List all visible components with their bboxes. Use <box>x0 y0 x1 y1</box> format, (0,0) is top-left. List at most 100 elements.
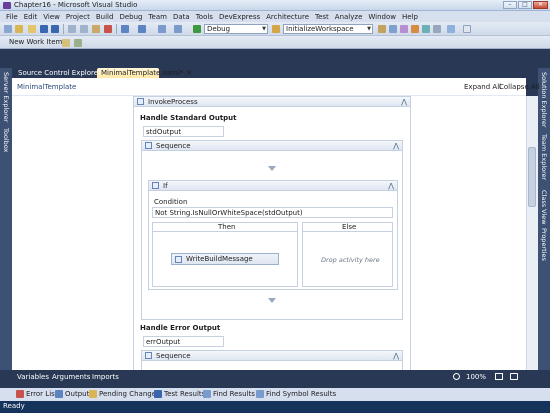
right-tool-rail: Solution Explorer Team Explorer Class Vi… <box>538 68 550 370</box>
zoom-level[interactable]: 100% <box>466 373 486 381</box>
copy-icon[interactable] <box>80 25 88 33</box>
paste-icon[interactable] <box>92 25 100 33</box>
menu-architecture[interactable]: Architecture <box>263 13 312 21</box>
write-build-message-icon <box>175 256 182 263</box>
sequence-header[interactable]: Sequence ⋀ <box>142 141 402 151</box>
menu-project[interactable]: Project <box>63 13 93 21</box>
toolbox-tab[interactable]: Toolbox <box>2 128 10 152</box>
breadcrumb[interactable]: MinimalTemplate <box>17 83 76 91</box>
close-button[interactable]: ✕ <box>533 1 548 9</box>
test-results-tab[interactable]: Test Results <box>154 390 205 398</box>
start-page-icon[interactable] <box>422 25 430 33</box>
imports-tab[interactable]: Imports <box>92 373 119 381</box>
pending-changes-tab[interactable]: Pending Changes <box>89 390 160 398</box>
menu-debug[interactable]: Debug <box>116 13 145 21</box>
scrollbar-thumb[interactable] <box>528 147 536 207</box>
output-tab[interactable]: Output <box>55 390 89 398</box>
menu-help[interactable]: Help <box>399 13 421 21</box>
minimize-button[interactable]: – <box>503 1 517 9</box>
collapse-all-button[interactable]: Collapse All <box>499 83 540 91</box>
write-build-message-activity[interactable]: WriteBuildMessage <box>171 253 279 265</box>
handle-error-output-label: Handle Error Output <box>140 324 221 332</box>
undo-icon[interactable] <box>121 25 129 33</box>
refresh-work-items-icon[interactable] <box>74 39 82 47</box>
menu-team[interactable]: Team <box>145 13 170 21</box>
delete-icon[interactable] <box>104 25 112 33</box>
add-item-icon[interactable] <box>15 25 23 33</box>
find-combo[interactable]: InitializeWorkspace ▼ <box>283 24 373 34</box>
solution-configuration-select[interactable]: Debug ▼ <box>204 24 268 34</box>
properties-icon[interactable] <box>389 25 397 33</box>
command-window-icon[interactable] <box>447 25 455 33</box>
solution-explorer-tab[interactable]: Solution Explorer <box>540 72 548 128</box>
menu-edit[interactable]: Edit <box>21 13 41 21</box>
overview-map-icon[interactable] <box>510 373 518 380</box>
extension-manager-icon[interactable] <box>433 25 441 33</box>
chevron-down-icon: ▼ <box>367 26 371 32</box>
expand-all-button[interactable]: Expand All <box>464 83 501 91</box>
save-all-icon[interactable] <box>51 25 59 33</box>
visual-studio-icon <box>3 2 11 9</box>
toolbox-icon[interactable] <box>411 25 419 33</box>
maximize-button[interactable]: □ <box>518 1 532 9</box>
menu-view[interactable]: View <box>40 13 63 21</box>
collapse-icon[interactable]: ⋀ <box>393 141 399 151</box>
menu-file[interactable]: File <box>3 13 21 21</box>
window-title: Chapter16 - Microsoft Visual Studio <box>14 1 138 9</box>
navigate-back-icon[interactable] <box>158 25 166 33</box>
chevron-down-icon: ▼ <box>262 26 266 32</box>
new-project-icon[interactable] <box>4 25 12 33</box>
toolbar-options-icon[interactable] <box>463 25 471 33</box>
collapse-icon[interactable]: ⋀ <box>401 97 407 107</box>
sequence-activity-2[interactable]: Sequence ⋀ <box>141 350 403 370</box>
collapse-icon[interactable]: ⋀ <box>393 351 399 361</box>
invoke-process-header[interactable]: InvokeProcess ⋀ <box>134 97 410 107</box>
menu-analyze[interactable]: Analyze <box>332 13 366 21</box>
save-icon[interactable] <box>40 25 48 33</box>
left-tool-rail: Server Explorer Toolbox <box>0 68 12 370</box>
object-browser-icon[interactable] <box>400 25 408 33</box>
menu-devexpress[interactable]: DevExpress <box>216 13 263 21</box>
vertical-scrollbar[interactable] <box>526 96 538 370</box>
error-list-tab[interactable]: Error List <box>16 390 58 398</box>
test-results-label: Test Results <box>164 390 206 398</box>
else-label: Else <box>342 223 357 231</box>
server-explorer-tab[interactable]: Server Explorer <box>2 72 10 122</box>
menu-tools[interactable]: Tools <box>193 13 216 21</box>
open-file-icon[interactable] <box>28 25 36 33</box>
variables-tab[interactable]: Variables <box>17 373 49 381</box>
err-output-variable-field[interactable]: errOutput <box>143 336 224 347</box>
sequence-header-2[interactable]: Sequence ⋀ <box>142 351 402 361</box>
fit-to-screen-icon[interactable] <box>495 373 503 380</box>
cut-icon[interactable] <box>68 25 76 33</box>
menu-window[interactable]: Window <box>365 13 399 21</box>
collapse-icon[interactable]: ⋀ <box>388 181 394 191</box>
drop-target-arrow-icon[interactable] <box>268 166 276 171</box>
close-tab-icon[interactable]: ✕ <box>186 69 192 77</box>
find-in-files-icon[interactable] <box>272 25 280 33</box>
tab-minimal-template[interactable]: MinimalTemplate.xaml* ✕ <box>97 68 192 78</box>
menu-build[interactable]: Build <box>93 13 117 21</box>
class-view-tab[interactable]: Class View <box>540 190 548 225</box>
redo-icon[interactable] <box>138 25 146 33</box>
drop-target-arrow-icon[interactable] <box>268 298 276 303</box>
std-output-variable-field[interactable]: stdOutput <box>143 126 224 137</box>
if-header[interactable]: If ⋀ <box>149 181 397 191</box>
then-label: Then <box>218 223 236 231</box>
new-work-item-button[interactable]: New Work Item ▾ <box>9 38 68 46</box>
condition-expression-field[interactable]: Not String.IsNullOrWhiteSpace(stdOutput) <box>152 207 393 218</box>
if-title: If <box>163 182 168 190</box>
navigate-forward-icon[interactable] <box>174 25 182 33</box>
find-results-tab[interactable]: Find Results 1 <box>203 390 262 398</box>
work-item-query-icon[interactable] <box>62 39 70 47</box>
properties-tab[interactable]: Properties <box>540 228 548 261</box>
find-symbol-results-tab[interactable]: Find Symbol Results <box>256 390 336 398</box>
tab-source-control-explorer[interactable]: Source Control Explorer <box>14 68 105 78</box>
team-explorer-tab[interactable]: Team Explorer <box>540 134 548 180</box>
arguments-tab[interactable]: Arguments <box>52 373 90 381</box>
zoom-icon[interactable] <box>453 373 460 380</box>
menu-test[interactable]: Test <box>312 13 332 21</box>
solution-explorer-icon[interactable] <box>378 25 386 33</box>
start-debugging-icon[interactable] <box>193 25 201 33</box>
menu-data[interactable]: Data <box>170 13 193 21</box>
